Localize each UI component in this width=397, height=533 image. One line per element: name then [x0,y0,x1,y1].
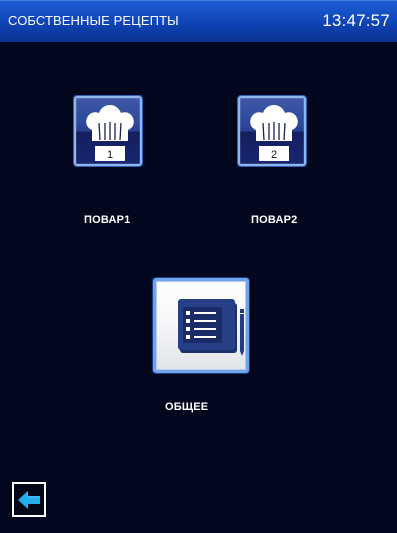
screen-title: СОБСТВЕННЫЕ РЕЦЕПТЫ [8,13,179,28]
general-button[interactable] [153,278,249,373]
recipe-selection-screen: СОБСТВЕННЫЕ РЕЦЕПТЫ 13:47:57 1 ПОВАР1 2 … [0,0,397,533]
general-label: ОБЩЕЕ [165,401,209,413]
chef-2-tile: 2 ПОВАР2 [238,96,312,226]
back-arrow-icon [18,491,40,509]
back-button[interactable] [12,482,46,517]
chef-1-number: 1 [107,149,113,161]
chef-2-button[interactable]: 2 [238,96,306,166]
chef-hat-icon: 2 [250,105,298,161]
chef-1-tile: 1 ПОВАР1 [74,96,148,226]
recipe-book-icon [178,299,244,356]
chef-2-number: 2 [271,149,277,161]
general-tile: ОБЩЕЕ [153,278,253,418]
clock-display: 13:47:57 [322,11,390,30]
chef-hat-icon: 1 [86,105,134,161]
chef-1-label: ПОВАР1 [84,214,131,226]
chef-2-label: ПОВАР2 [251,214,298,226]
chef-1-button[interactable]: 1 [74,96,142,166]
title-bar: СОБСТВЕННЫЕ РЕЦЕПТЫ 13:47:57 [0,0,397,42]
